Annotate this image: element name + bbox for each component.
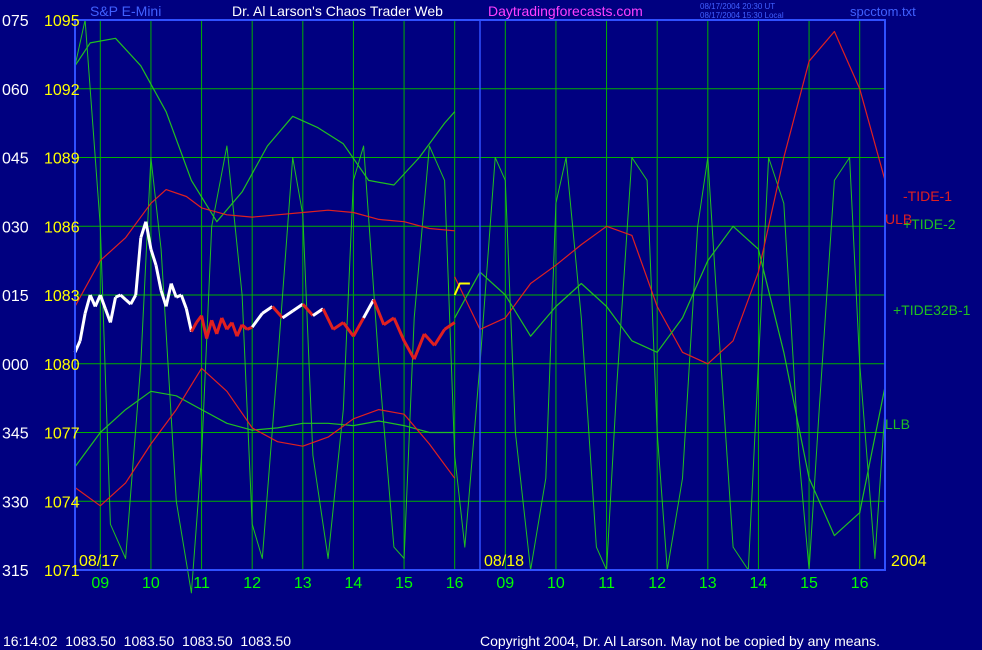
label-tide-1: -TIDE-1	[903, 188, 952, 204]
label-llb: LLB	[885, 416, 910, 432]
chaos-trader-chart: S&P E-Mini Dr. Al Larson's Chaos Trader …	[0, 0, 982, 650]
y-price-tick: 1071	[44, 563, 80, 580]
symbol-title: S&P E-Mini	[90, 3, 161, 19]
label-tide32b: +TIDE32B-1	[893, 302, 971, 318]
price-segment	[246, 325, 253, 331]
y-price-tick: 1089	[44, 151, 80, 168]
x-time-tick: 11	[598, 575, 615, 592]
timestamp-ut: 08/17/2004 20:30 UT	[700, 2, 775, 11]
date-label-2: 08/18	[484, 553, 524, 570]
x-time-tick: 12	[243, 575, 261, 592]
y-angle-tick: 345	[2, 426, 29, 443]
y-price-tick: 1092	[44, 82, 80, 99]
timestamp-local: 08/17/2004 15:30 Local	[700, 11, 784, 20]
y-angle-tick: 075	[2, 13, 29, 30]
x-time-tick: 10	[547, 575, 565, 592]
y-angle-tick: 060	[2, 82, 29, 99]
date-label-1: 08/17	[79, 553, 119, 570]
x-time-tick: 10	[142, 575, 160, 592]
x-time-tick: 11	[193, 575, 210, 592]
copyright: Copyright 2004, Dr. Al Larson. May not b…	[480, 633, 880, 649]
y-price-tick: 1074	[44, 494, 80, 511]
status-line: 16:14:02 1083.50 1083.50 1083.50 1083.50	[3, 633, 291, 649]
x-time-tick: 14	[345, 575, 363, 592]
author-title: Dr. Al Larson's Chaos Trader Web	[232, 3, 443, 19]
x-time-tick: 13	[294, 575, 312, 592]
x-time-tick: 15	[395, 575, 413, 592]
x-time-tick: 16	[446, 575, 464, 592]
y-angle-tick: 015	[2, 288, 29, 305]
y-price-tick: 1095	[44, 13, 80, 30]
label-tide-2: +TIDE-2	[903, 216, 956, 232]
x-time-tick: 15	[800, 575, 818, 592]
y-price-tick: 1083	[44, 288, 80, 305]
x-time-tick: 09	[496, 575, 514, 592]
x-time-tick: 09	[91, 575, 109, 592]
data-filename: spcctom.txt	[850, 4, 916, 19]
year-label: 2004	[891, 553, 927, 570]
site-title: Daytradingforecasts.com	[488, 3, 643, 19]
x-time-tick: 16	[851, 575, 869, 592]
y-price-tick: 1077	[44, 426, 80, 443]
y-angle-tick: 030	[2, 219, 29, 236]
x-time-tick: 12	[648, 575, 666, 592]
y-angle-tick: 000	[2, 357, 29, 374]
y-price-tick: 1080	[44, 357, 80, 374]
x-time-tick: 13	[699, 575, 717, 592]
y-angle-tick: 045	[2, 151, 29, 168]
y-angle-tick: 330	[2, 494, 29, 511]
y-angle-tick: 315	[2, 563, 29, 580]
y-price-tick: 1086	[44, 219, 80, 236]
x-time-tick: 14	[750, 575, 768, 592]
